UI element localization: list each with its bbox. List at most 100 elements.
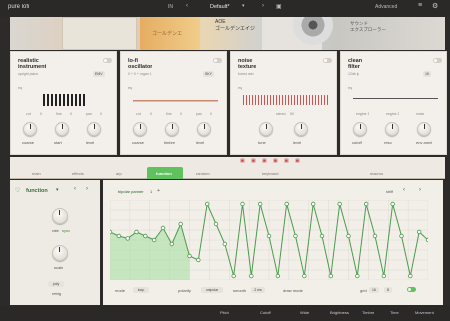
module-badge[interactable]: 1K — [423, 71, 432, 77]
curve-point[interactable] — [416, 229, 422, 235]
tab-macros[interactable]: macros — [370, 171, 383, 176]
coarse-knob[interactable] — [133, 122, 147, 136]
curve-point[interactable] — [222, 241, 228, 247]
tab-arp[interactable]: arp — [116, 171, 122, 176]
module-power-toggle[interactable] — [103, 58, 112, 63]
shift-left-button[interactable]: ‹ — [403, 187, 405, 193]
curve-point[interactable] — [372, 233, 378, 239]
grid-divisor[interactable]: 8 — [384, 287, 392, 293]
curve-point[interactable] — [178, 221, 183, 227]
preset-dropdown-icon[interactable]: ▾ — [242, 3, 245, 9]
curve-point[interactable] — [381, 273, 387, 279]
heart-icon[interactable]: ♡ — [15, 187, 20, 194]
polarity-value[interactable]: unipolar — [201, 287, 223, 293]
curve-point[interactable] — [319, 233, 325, 239]
module-subtitle[interactable]: 12db lp — [348, 72, 359, 76]
module-badge[interactable]: SKY — [203, 71, 215, 77]
macro-icon[interactable]: ▣ — [262, 158, 267, 164]
env-amnt-knob[interactable] — [417, 122, 431, 136]
function-target[interactable]: bipolar panner — [118, 189, 144, 194]
curve-point[interactable] — [116, 233, 122, 239]
module-power-toggle[interactable] — [433, 58, 442, 63]
grid-value[interactable]: 16 — [369, 287, 379, 293]
module-subtitle[interactable]: forest rain — [238, 72, 254, 76]
curve-point[interactable] — [390, 201, 395, 207]
start-knob[interactable] — [55, 122, 69, 136]
tab-random[interactable]: random — [196, 171, 210, 176]
preset-next-button[interactable]: › — [262, 3, 264, 9]
advanced-label[interactable]: Advanced — [375, 4, 397, 10]
preset-group[interactable]: IN — [168, 4, 173, 10]
preset-name[interactable]: Default* — [210, 4, 230, 10]
next-function-button[interactable]: › — [86, 186, 88, 192]
curve-point[interactable] — [151, 237, 157, 243]
grid-snap-toggle[interactable] — [407, 287, 416, 292]
curve-point[interactable] — [275, 273, 281, 279]
prev-function-button[interactable]: ‹ — [74, 186, 76, 192]
hamburger-icon[interactable]: ≡ — [418, 2, 422, 9]
pitch-label[interactable]: Pitch — [220, 310, 229, 315]
sync-label[interactable]: sync — [62, 228, 70, 233]
curve-point[interactable] — [249, 273, 254, 279]
curve-point[interactable] — [257, 201, 263, 207]
curve-point[interactable] — [337, 201, 342, 207]
add-page-button[interactable]: + — [157, 188, 160, 194]
cutoff-knob[interactable] — [353, 122, 367, 136]
cutoff-label[interactable]: Cutoff — [260, 310, 271, 315]
retrig-label[interactable]: retrig — [52, 291, 61, 296]
rate-knob[interactable] — [52, 208, 68, 224]
curve-point[interactable] — [302, 273, 307, 279]
level-knob[interactable] — [197, 122, 211, 136]
tab-main[interactable]: main — [32, 171, 41, 176]
tab-function[interactable]: function — [156, 171, 172, 176]
timbre-label[interactable]: Timbre — [362, 310, 374, 315]
tune-knob[interactable] — [259, 122, 273, 136]
reso-knob[interactable] — [385, 122, 399, 136]
curve-point[interactable] — [125, 236, 130, 241]
tab-keyboard[interactable]: keyboard — [262, 171, 278, 176]
movement-label[interactable]: Movement — [415, 310, 434, 315]
macro-icon[interactable]: ▣ — [284, 158, 289, 164]
gear-icon[interactable]: ⚙ — [432, 2, 438, 10]
module-badge[interactable]: EMV — [93, 71, 105, 77]
curve-point[interactable] — [355, 273, 360, 279]
macro-icon[interactable]: ▣ — [273, 158, 278, 164]
module-subtitle[interactable]: upright piano — [18, 72, 38, 76]
scale-knob[interactable] — [52, 245, 68, 261]
curve-point[interactable] — [310, 201, 316, 207]
curve-point[interactable] — [231, 273, 236, 279]
curve-point[interactable] — [408, 273, 413, 279]
curve-point[interactable] — [328, 273, 334, 279]
poly-button[interactable]: poly — [48, 281, 64, 287]
timbre-knob[interactable] — [165, 122, 179, 136]
smooth-value[interactable]: 2 ms — [251, 287, 265, 293]
tab-effects[interactable]: effects — [72, 171, 84, 176]
curve-point[interactable] — [284, 201, 289, 207]
module-power-toggle[interactable] — [323, 58, 332, 63]
curve-point[interactable] — [110, 229, 113, 235]
curve-point[interactable] — [169, 241, 175, 247]
brightness-label[interactable]: Brightness — [330, 310, 349, 315]
curve-point[interactable] — [266, 233, 272, 239]
curve-point[interactable] — [213, 221, 219, 227]
save-icon[interactable]: ▣ — [276, 3, 282, 10]
function-graph[interactable] — [110, 200, 428, 280]
function-dropdown-icon[interactable]: ▾ — [56, 187, 59, 193]
time-label[interactable]: Time — [390, 310, 399, 315]
curve-point[interactable] — [399, 233, 404, 239]
level-knob[interactable] — [294, 122, 308, 136]
module-subtitle[interactable]: 0 + 0 + organ 1 — [128, 72, 152, 76]
curve-point[interactable] — [363, 201, 369, 207]
mode-value[interactable]: loop — [133, 287, 149, 293]
curve-point[interactable] — [143, 233, 148, 239]
shift-right-button[interactable]: › — [419, 187, 421, 193]
curve-point[interactable] — [134, 229, 139, 235]
level-knob[interactable] — [87, 122, 101, 136]
macro-icon[interactable]: ▣ — [295, 158, 300, 164]
curve-point[interactable] — [425, 237, 428, 243]
module-power-toggle[interactable] — [213, 58, 222, 63]
macro-icon[interactable]: ▣ — [240, 158, 245, 164]
curve-point[interactable] — [204, 201, 210, 207]
macro-icon[interactable]: ▣ — [251, 158, 256, 164]
curve-point[interactable] — [293, 233, 298, 239]
